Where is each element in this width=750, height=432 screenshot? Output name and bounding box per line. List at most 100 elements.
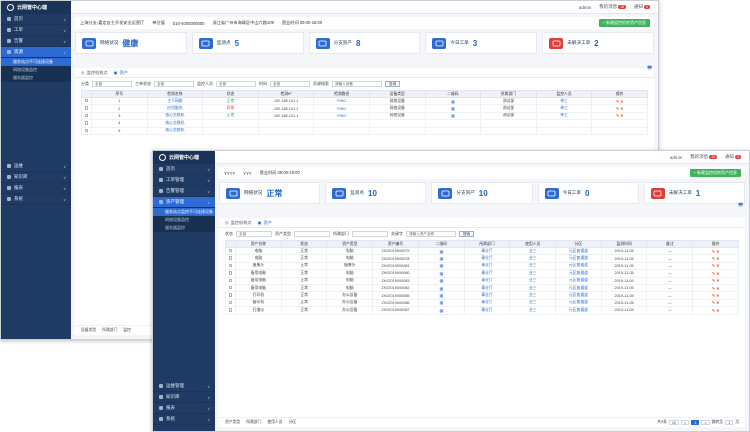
row-checkbox[interactable] [81,104,92,113]
tab-assets[interactable]: ▣ 资产 [258,220,272,226]
search-input[interactable]: 请输入设备 [332,81,382,87]
row-actions[interactable] [591,126,648,135]
delete-icon[interactable]: ✕ [620,100,623,104]
table-row[interactable]: 3 核心交换机 正常 192.168.101.1 PING 网络设备 ▦ 测试部 单工 ✎✕ [81,111,648,121]
search-button[interactable]: 搜索 [459,231,475,237]
qrcode-icon[interactable]: ▦ [417,283,465,293]
nav-item-resource[interactable]: 资源 ∨ [1,47,71,58]
category-select[interactable]: 全部 [92,81,132,87]
footer-filter[interactable]: 所属部门 [102,328,117,333]
table-row[interactable]: 摄像头 正常 摄像头 ZHJ2019000081 ▦ 事业厅 业三 元区复通道 2019-11-… [225,261,739,271]
tab-monitor-points[interactable]: ◎ 监控机构点 [225,220,252,226]
submenu-item[interactable]: 服务站点不可连接设备 [1,58,71,66]
row-checkbox[interactable] [81,111,92,121]
edit-icon[interactable]: ✎ [712,301,715,305]
qrcode-icon[interactable]: ▦ [417,269,465,278]
delete-icon[interactable]: ✕ [620,107,623,111]
row-actions[interactable]: ✎✕ [591,111,648,121]
row-checkbox[interactable] [225,283,236,293]
stat-card[interactable]: 今日工单 3 [425,32,538,54]
row-actions[interactable]: ✎✕ [692,306,739,315]
edit-icon[interactable]: ✎ [712,279,715,283]
row-checkbox[interactable] [225,276,236,285]
submenu-item[interactable]: 服务器监控 [1,74,71,82]
row-actions[interactable]: ✎✕ [692,269,739,278]
stat-card[interactable]: 监测点 10 [325,182,427,204]
stat-card[interactable]: 分支资产 10 [431,182,533,204]
qrcode-icon[interactable]: ▦ [417,291,465,300]
row-checkbox[interactable] [81,119,92,128]
table-row[interactable]: 5 核心交换机 [81,126,648,135]
row-checkbox[interactable] [81,126,92,135]
table-row[interactable]: 打印机 正常 办公设备 ZHJ2019000085 ▦ 事业厅 业三 元区复通道 2019-11… [225,291,739,300]
stat-card[interactable]: 未解决工单 1 [643,182,746,204]
delete-icon[interactable]: ✕ [716,287,719,291]
submenu-item[interactable]: 服务站点监控不可连接设备 [153,208,215,216]
edit-icon[interactable]: ✎ [712,264,715,268]
footer-filter[interactable]: 设备类型 [81,328,96,333]
row-checkbox[interactable] [81,96,92,106]
edit-icon[interactable]: ✎ [712,250,715,254]
footer-filter[interactable]: 所属部门 [246,420,261,425]
row-actions[interactable]: ✎✕ [692,246,739,256]
nav-item-ops[interactable]: 运维 ∨ [1,161,71,172]
delete-icon[interactable]: ✕ [716,264,719,268]
edit-icon[interactable]: ✎ [712,294,715,298]
goto-input[interactable]: 1 [725,420,734,425]
messages-link[interactable]: 我的消息 15 [599,4,627,10]
submenu-item[interactable]: 服务器监控 [153,224,215,232]
table-row[interactable]: 电脑 正常 电脑 ZHJ2019000079 ▦ 事业厅 业三 元区复通道 2019-11-05… [225,246,739,256]
row-actions[interactable]: ✎✕ [692,254,739,263]
submenu-item[interactable]: 网络设备监控 [153,216,215,224]
footer-filter[interactable]: 资产类型 [225,420,240,425]
nav-item-home[interactable]: 首页 ∨ [153,164,215,175]
footer-filter[interactable]: 使用人员 [267,420,282,425]
page-size-select[interactable]: 10 [668,420,680,425]
row-actions[interactable]: ✎✕ [692,283,739,293]
table-row[interactable]: 1 主干网络 正常 192.168.101.1 PING 网络设备 ▦ 测试部 单工 ✎✕ [81,96,648,106]
time-select[interactable]: 全部 [270,81,310,87]
row-actions[interactable] [591,119,648,128]
row-checkbox[interactable] [225,306,236,315]
nav-item-book[interactable]: 知识库 ∨ [153,392,215,403]
edit-icon[interactable]: ✎ [712,287,715,291]
qrcode-icon[interactable]: ▦ [417,254,465,263]
submenu-item[interactable]: 网络设备监控 [1,66,71,74]
delete-icon[interactable]: ✕ [716,294,719,298]
qrcode-icon[interactable]: ▦ [417,276,465,285]
stat-card[interactable]: 分支资产 8 [308,32,421,54]
qrcode-icon[interactable]: ▦ [417,298,465,308]
nav-item-settings[interactable]: 系统 ∨ [153,414,215,425]
delete-icon[interactable]: ✕ [716,272,719,276]
nav-item-resource[interactable]: 资产管理 ∨ [153,197,215,208]
user-name[interactable]: admin [579,5,591,10]
person-select[interactable]: 全部 [216,81,256,87]
row-checkbox[interactable] [225,269,236,278]
nav-item-report[interactable]: 报表 ∨ [1,183,71,194]
notice-link[interactable]: 通知 9 [725,154,741,160]
table-row[interactable]: 备印机 正常 办公设备 ZHJ2019000086 ▦ 事业厅 业三 元区复通道 2019-11… [225,298,739,308]
qrcode-icon[interactable]: ▦ [417,261,465,271]
page-1[interactable]: 1 [691,420,700,425]
row-actions[interactable]: ✎✕ [692,261,739,271]
prev-page[interactable]: < [681,420,690,425]
delete-icon[interactable]: ✕ [716,309,719,313]
table-row[interactable]: 备用电脑 正常 电脑 ZHJ2019000083 ▦ 事业厅 业三 元区复通道 2019-11-… [225,276,739,285]
stat-card[interactable]: 网络状况 健康 [75,32,187,54]
table-row[interactable]: 备用电脑 正常 电脑 ZHJ2019000080 ▦ 事业厅 业三 元区复通道 2019-11-… [225,269,739,278]
row-checkbox[interactable] [225,261,236,271]
asset-type-select[interactable] [294,231,330,237]
edit-icon[interactable]: ✎ [712,272,715,276]
stat-card[interactable]: 今日工单 0 [537,182,639,204]
nav-item-ops[interactable]: 运维管理 ∨ [153,381,215,392]
delete-icon[interactable]: ✕ [716,257,719,261]
dept-select[interactable] [352,231,388,237]
print-icon[interactable]: 🖶 [738,202,743,210]
status-select[interactable]: 全部 [236,231,272,237]
nav-item-settings[interactable]: 系统 ∨ [1,194,71,205]
user-name[interactable]: admin [670,155,682,160]
row-actions[interactable]: ✎✕ [692,291,739,300]
row-actions[interactable]: ✎✕ [591,96,648,106]
tab-monitor-points[interactable]: ◎ 监控机构点 [81,70,108,76]
tab-assets[interactable]: ▣ 资产 [114,70,128,76]
